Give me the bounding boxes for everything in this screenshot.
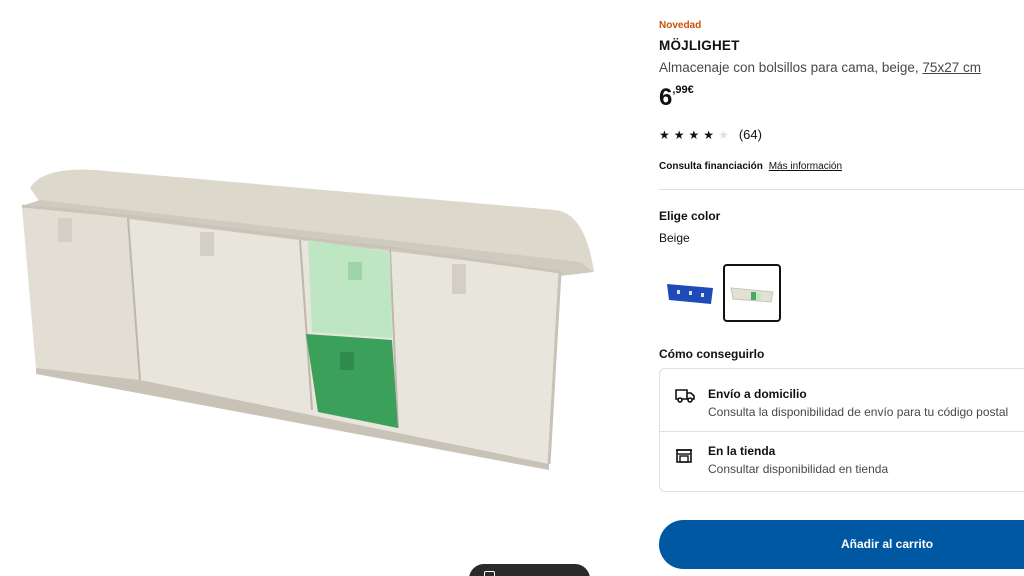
financing-label: Consulta financiación — [659, 161, 763, 172]
selected-color: Beige — [659, 231, 690, 245]
new-badge: Novedad — [659, 20, 702, 31]
financing: Consulta financiación Más información — [659, 161, 842, 172]
product-image[interactable] — [0, 0, 640, 576]
price-integer: 6 — [659, 84, 673, 111]
swatch-blue-image — [667, 284, 713, 304]
add-to-cart-button[interactable]: Añadir al carrito — [659, 520, 1024, 569]
product-description: Almacenaje con bolsillos para cama, beig… — [659, 60, 981, 75]
price: 6,99€ — [659, 84, 694, 112]
shipping-subtitle: Consulta la disponibilidad de envío para… — [708, 405, 1009, 419]
description-text: Almacenaje con bolsillos para cama, beig… — [659, 60, 919, 75]
delivery-option-store[interactable]: En la tienda Consultar disponibilidad en… — [660, 431, 1024, 494]
star-empty-icon: ★ — [718, 127, 729, 142]
color-swatch-beige[interactable] — [723, 264, 781, 322]
color-swatch-blue[interactable] — [661, 264, 719, 322]
star-icon: ★ — [659, 127, 670, 142]
store-subtitle: Consultar disponibilidad en tienda — [708, 462, 889, 476]
truck-icon — [675, 389, 695, 403]
color-heading: Elige color — [659, 209, 721, 223]
star-icon: ★ — [688, 127, 700, 142]
add-to-cart-label: Añadir al carrito — [841, 537, 934, 551]
price-decimal: ,99 — [672, 84, 688, 96]
rating[interactable]: ★ ★ ★ ★ ★ (64) — [659, 127, 762, 142]
more-info-link[interactable]: Más información — [769, 161, 842, 172]
delivery-option-shipping[interactable]: Envío a domicilio Consulta la disponibil… — [660, 369, 1024, 431]
review-count: (64) — [738, 127, 762, 142]
price-currency: € — [687, 84, 694, 96]
store-title: En la tienda — [708, 444, 776, 458]
product-name: MÖJLIGHET — [659, 38, 740, 53]
image-view-toggle[interactable] — [469, 564, 590, 576]
star-icon: ★ — [673, 127, 685, 142]
swatch-beige-image — [730, 287, 774, 303]
shipping-title: Envío a domicilio — [708, 387, 807, 401]
product-image-area — [0, 0, 640, 576]
delivery-options: Envío a domicilio Consulta la disponibil… — [659, 368, 1024, 492]
divider — [659, 189, 1024, 190]
delivery-heading: Cómo conseguirlo — [659, 347, 765, 361]
star-icon: ★ — [703, 127, 715, 142]
image-icon — [484, 571, 495, 576]
product-info-panel: Novedad MÖJLIGHET Almacenaje con bolsill… — [659, 0, 1024, 576]
dimensions-link[interactable]: 75x27 cm — [922, 60, 981, 75]
star-rating: ★ ★ ★ ★ ★ — [659, 129, 729, 141]
store-icon — [676, 449, 692, 463]
